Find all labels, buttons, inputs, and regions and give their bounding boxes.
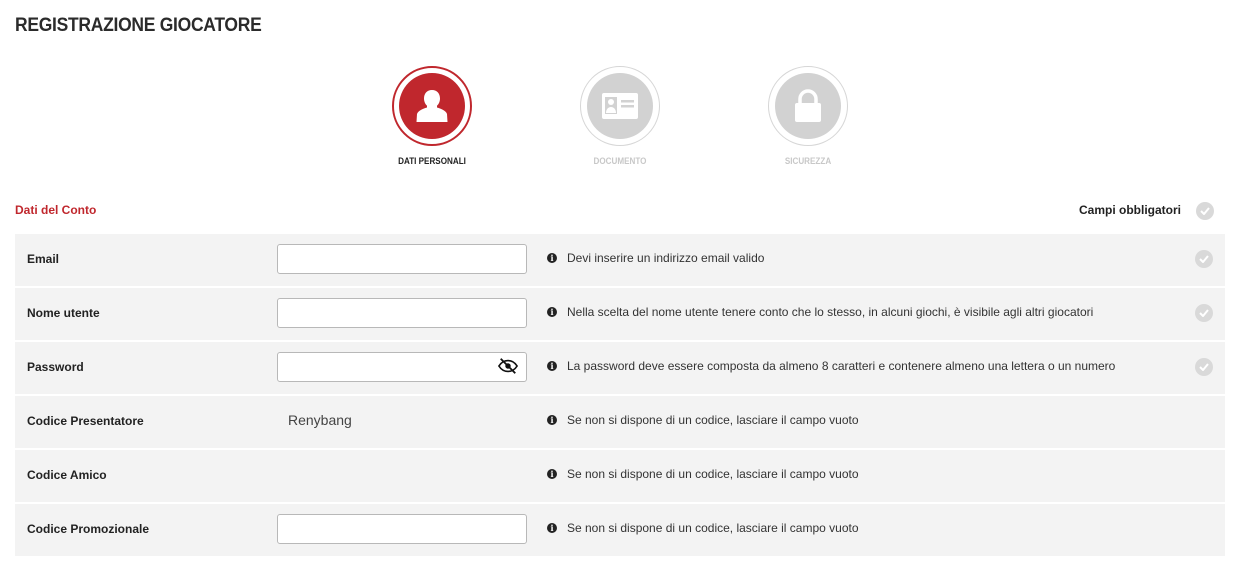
- step-label: DATI PERSONALI: [398, 156, 466, 166]
- info-icon: i: [547, 415, 557, 425]
- field-hint: i Se non si dispone di un codice, lascia…: [547, 521, 859, 535]
- form-row-codice-presentatore: Codice Presentatore Renybang i Se non si…: [15, 396, 1225, 448]
- email-input[interactable]: [277, 244, 527, 274]
- field-hint: i Se non si dispone di un codice, lascia…: [547, 467, 859, 481]
- eye-slash-icon[interactable]: [498, 357, 518, 375]
- step-documento[interactable]: DOCUMENTO: [560, 66, 680, 166]
- check-icon: [1196, 202, 1214, 220]
- form-row-email: Email i Devi inserire un indirizzo email…: [15, 234, 1225, 286]
- form-row-codice-amico: Codice Amico i Se non si dispone di un c…: [15, 450, 1225, 502]
- field-label: Codice Presentatore: [27, 414, 144, 428]
- check-icon: [1195, 358, 1213, 376]
- required-fields-note: Campi obbligatori: [1079, 203, 1181, 217]
- field-hint: i La password deve essere composta da al…: [547, 359, 1115, 373]
- hint-text: Se non si dispone di un codice, lasciare…: [567, 521, 859, 535]
- user-icon: [416, 90, 448, 122]
- account-form: Email i Devi inserire un indirizzo email…: [15, 234, 1225, 558]
- form-row-codice-promozionale: Codice Promozionale i Se non si dispone …: [15, 504, 1225, 556]
- page-title: REGISTRAZIONE GIOCATORE: [15, 15, 262, 36]
- field-label: Password: [27, 360, 84, 374]
- check-icon: [1195, 250, 1213, 268]
- codice-presentatore-value: Renybang: [288, 412, 352, 428]
- step-sicurezza[interactable]: SICUREZZA: [748, 66, 868, 166]
- id-card-icon: [602, 93, 638, 119]
- info-icon: i: [547, 523, 557, 533]
- info-icon: i: [547, 361, 557, 371]
- section-title: Dati del Conto: [15, 203, 97, 217]
- username-input[interactable]: [277, 298, 527, 328]
- info-icon: i: [547, 307, 557, 317]
- field-label: Codice Promozionale: [27, 522, 150, 536]
- step-dati-personali[interactable]: DATI PERSONALI: [372, 66, 492, 166]
- hint-text: La password deve essere composta da alme…: [567, 359, 1116, 373]
- hint-text: Se non si dispone di un codice, lasciare…: [567, 413, 859, 427]
- field-hint: i Nella scelta del nome utente tenere co…: [547, 305, 1093, 319]
- info-icon: i: [547, 469, 557, 479]
- form-row-password: Password i La password deve essere compo…: [15, 342, 1225, 394]
- info-icon: i: [547, 253, 557, 263]
- password-input[interactable]: [277, 352, 527, 382]
- hint-text: Devi inserire un indirizzo email valido: [567, 251, 765, 265]
- form-row-username: Nome utente i Nella scelta del nome uten…: [15, 288, 1225, 340]
- hint-text: Se non si dispone di un codice, lasciare…: [567, 467, 859, 481]
- hint-text: Nella scelta del nome utente tenere cont…: [567, 305, 1094, 319]
- step-label: SICUREZZA: [784, 156, 832, 166]
- step-label: DOCUMENTO: [593, 156, 647, 166]
- lock-icon: [795, 89, 821, 122]
- field-label: Nome utente: [27, 306, 100, 320]
- codice-promozionale-input[interactable]: [277, 514, 527, 544]
- registration-steps: DATI PERSONALI DOCUMENTO SICUREZZA: [0, 66, 1238, 176]
- check-icon: [1195, 304, 1213, 322]
- field-hint: i Se non si dispone di un codice, lascia…: [547, 413, 859, 427]
- field-label: Email: [27, 252, 60, 266]
- field-hint: i Devi inserire un indirizzo email valid…: [547, 251, 764, 265]
- field-label: Codice Amico: [27, 468, 107, 482]
